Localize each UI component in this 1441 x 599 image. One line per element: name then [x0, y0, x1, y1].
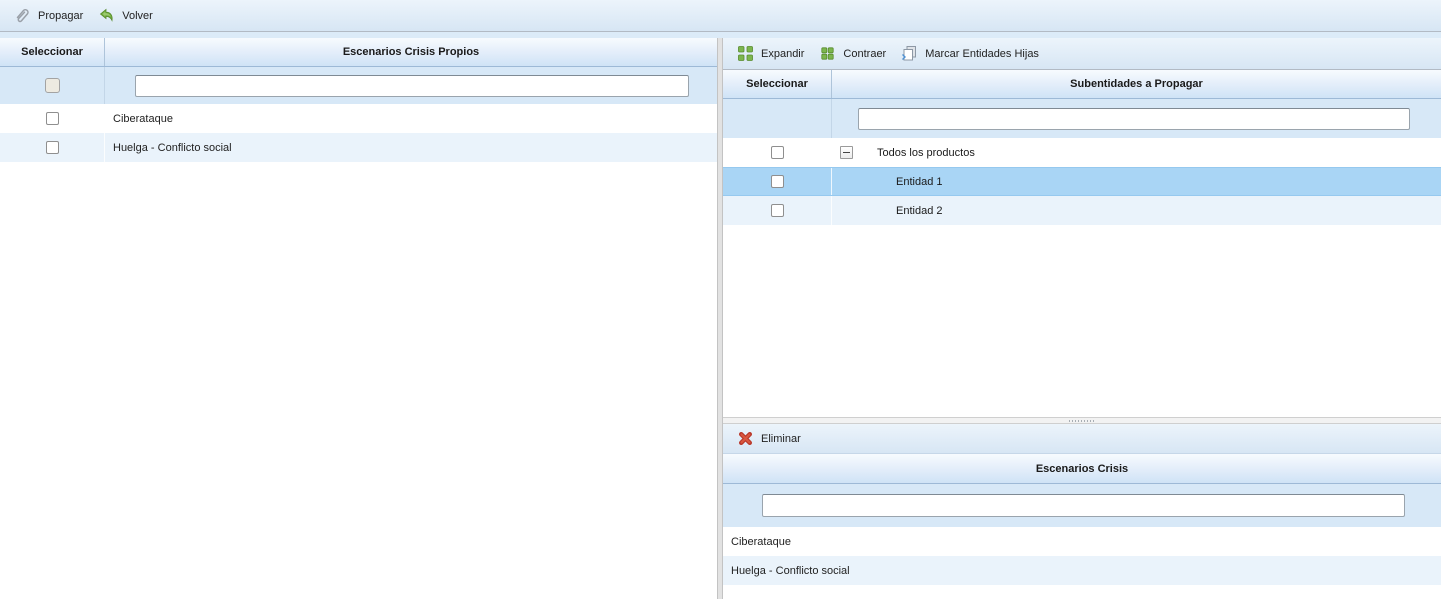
- collapse-all-icon: [819, 45, 836, 62]
- select-all-checkbox[interactable]: [45, 78, 60, 93]
- propagar-button-label: Propagar: [38, 10, 83, 22]
- tree-row-root[interactable]: Todos los productos: [723, 138, 1441, 167]
- table-row[interactable]: Ciberataque: [0, 104, 717, 133]
- tree-node-label: Entidad 1: [832, 176, 942, 188]
- right-filter-row: [723, 99, 1441, 138]
- expand-all-icon: [737, 45, 754, 62]
- left-filter-input[interactable]: [135, 75, 689, 97]
- expandir-button-label: Expandir: [761, 48, 804, 60]
- expandir-button[interactable]: Expandir: [731, 42, 813, 65]
- left-column-seleccionar: Seleccionar: [0, 38, 105, 66]
- row-select-cell: [723, 196, 832, 225]
- panel-splitter-horizontal[interactable]: [723, 417, 1441, 424]
- volver-button-label: Volver: [122, 10, 153, 22]
- row-checkbox[interactable]: [46, 112, 59, 125]
- paperclip-icon: [14, 7, 31, 24]
- splitter-grip-icon: [1069, 420, 1095, 422]
- left-header-checkbox-cell: [0, 67, 105, 104]
- row-label: Huelga - Conflicto social: [105, 142, 232, 154]
- right-column-seleccionar: Seleccionar: [723, 70, 832, 98]
- row-select-cell: [723, 168, 832, 195]
- row-select-cell: [0, 104, 105, 133]
- list-item[interactable]: Ciberataque: [723, 527, 1441, 556]
- bottom-filter-row: [723, 484, 1441, 527]
- row-checkbox[interactable]: [771, 175, 784, 188]
- row-checkbox[interactable]: [771, 204, 784, 217]
- left-grid-header: Seleccionar Escenarios Crisis Propios: [0, 38, 717, 67]
- contraer-button[interactable]: Contraer: [813, 42, 895, 65]
- bottom-column-title: Escenarios Crisis: [723, 454, 1441, 483]
- eliminar-toolbar: Eliminar: [723, 424, 1441, 454]
- copy-pages-icon: [901, 45, 918, 62]
- tree-row[interactable]: Entidad 2: [723, 196, 1441, 225]
- left-filter-row: [0, 67, 717, 104]
- eliminar-button[interactable]: Eliminar: [731, 427, 810, 450]
- tree-node-label: Entidad 2: [832, 205, 942, 217]
- propagation-window: Propagar Volver Seleccionar Escenarios C…: [0, 0, 1441, 599]
- row-select-cell: [723, 138, 832, 167]
- back-arrow-icon: [98, 7, 115, 24]
- marcar-entidades-button[interactable]: Marcar Entidades Hijas: [895, 42, 1048, 65]
- main-toolbar: Propagar Volver: [0, 0, 1441, 32]
- row-label: Ciberataque: [723, 536, 791, 548]
- row-checkbox[interactable]: [771, 146, 784, 159]
- right-filter-empty-cell: [723, 99, 832, 138]
- list-item[interactable]: Huelga - Conflicto social: [723, 556, 1441, 585]
- row-select-cell: [0, 133, 105, 162]
- table-row[interactable]: Huelga - Conflicto social: [0, 133, 717, 162]
- marcar-button-label: Marcar Entidades Hijas: [925, 48, 1039, 60]
- volver-button[interactable]: Volver: [92, 4, 162, 27]
- propagar-button[interactable]: Propagar: [8, 4, 92, 27]
- red-cross-icon: [737, 430, 754, 447]
- right-column-title: Subentidades a Propagar: [832, 70, 1441, 98]
- row-checkbox[interactable]: [46, 141, 59, 154]
- bottom-grid-header: Escenarios Crisis: [723, 454, 1441, 484]
- left-column-title: Escenarios Crisis Propios: [105, 38, 717, 66]
- tree-node-label: Todos los productos: [877, 147, 975, 159]
- eliminar-button-label: Eliminar: [761, 433, 801, 445]
- subentidades-toolbar: Expandir Contraer: [723, 38, 1441, 70]
- contraer-button-label: Contraer: [843, 48, 886, 60]
- right-filter-input[interactable]: [858, 108, 1410, 130]
- row-label: Ciberataque: [105, 113, 173, 125]
- escenarios-propios-grid: Seleccionar Escenarios Crisis Propios Ci…: [0, 38, 717, 599]
- tree-collapse-icon[interactable]: [840, 146, 853, 159]
- bottom-filter-input[interactable]: [762, 494, 1405, 517]
- tree-row-selected[interactable]: Entidad 1: [723, 167, 1441, 196]
- row-label: Huelga - Conflicto social: [723, 565, 850, 577]
- subentidades-grid: Expandir Contraer: [723, 38, 1441, 599]
- right-grid-header: Seleccionar Subentidades a Propagar: [723, 70, 1441, 99]
